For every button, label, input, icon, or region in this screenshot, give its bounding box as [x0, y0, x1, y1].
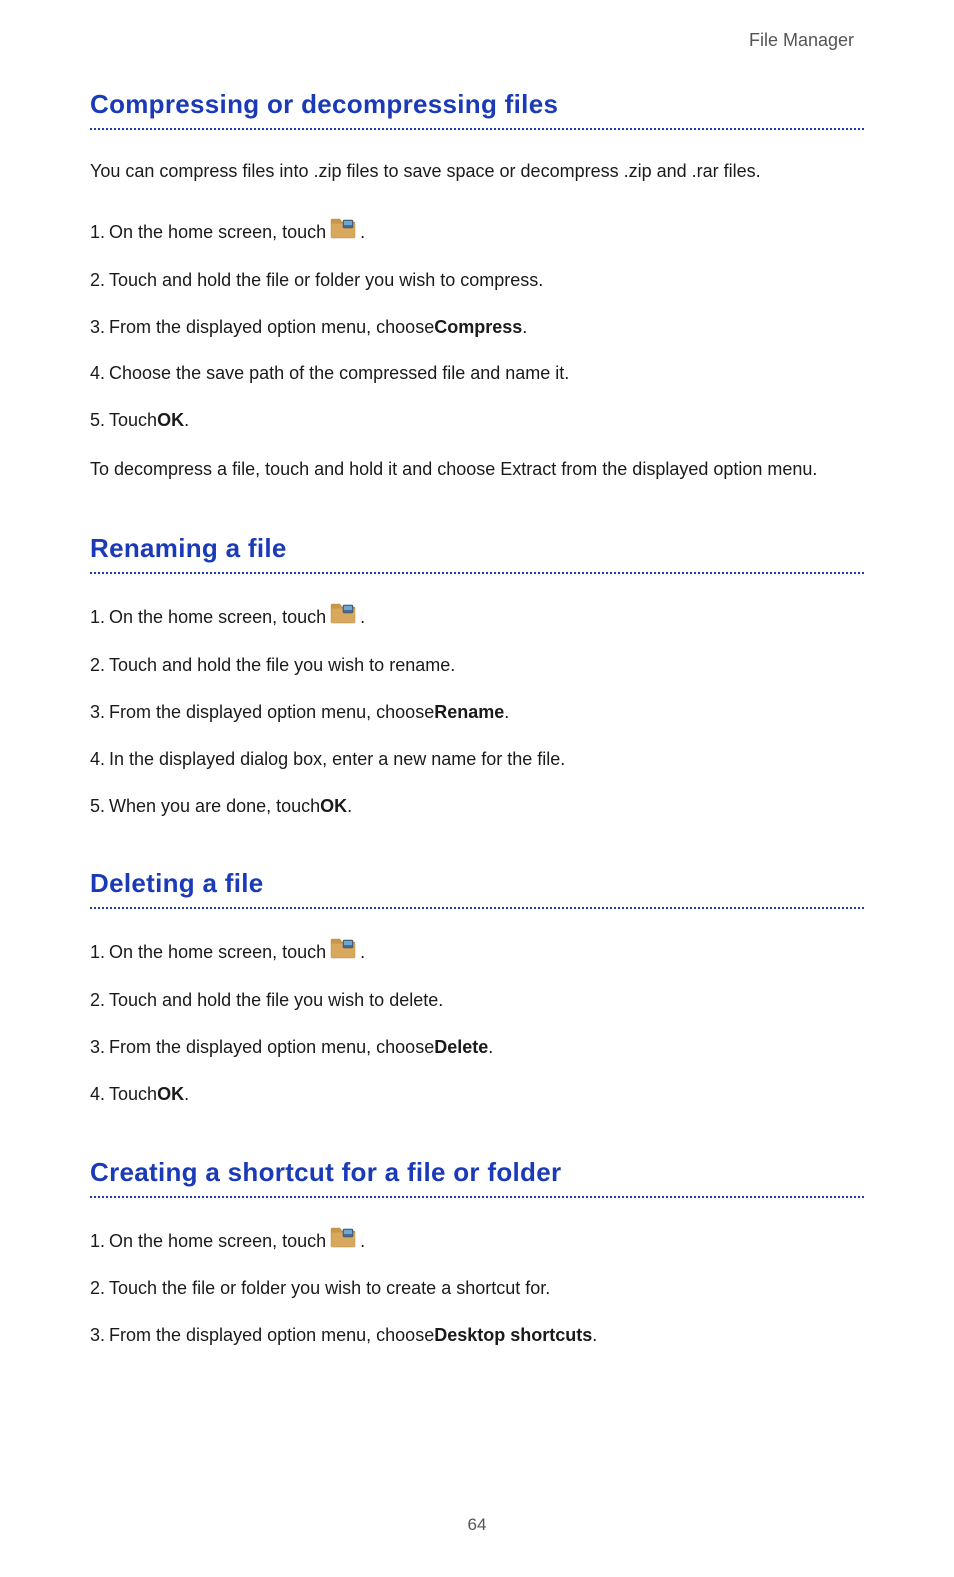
step-number: 4. [90, 1080, 105, 1109]
step-text-post: . [360, 938, 365, 967]
step: 5. When you are done, touch OK . [90, 792, 864, 821]
step-bold: Compress [434, 313, 522, 342]
step: 1. On the home screen, touch . [90, 937, 864, 968]
step-text: On the home screen, touch [109, 603, 326, 632]
intro-text: You can compress files into .zip files t… [90, 158, 864, 185]
folder-icon [330, 217, 356, 248]
step-text: Touch the file or folder you wish to cre… [109, 1274, 550, 1303]
section-compressing: Compressing or decompressing files You c… [90, 89, 864, 485]
step-number: 3. [90, 1033, 105, 1062]
step-number: 3. [90, 313, 105, 342]
step-number: 3. [90, 1321, 105, 1350]
step-text-post: . [592, 1321, 597, 1350]
step-text: When you are done, touch [109, 792, 320, 821]
step-text-post: . [488, 1033, 493, 1062]
step-text: From the displayed option menu, choose [109, 1033, 434, 1062]
step-text-post: . [504, 698, 509, 727]
step-text: Choose the save path of the compressed f… [109, 359, 569, 388]
step-text-post: . [184, 1080, 189, 1109]
step-number: 3. [90, 698, 105, 727]
step: 3. From the displayed option menu, choos… [90, 1033, 864, 1062]
section-title: Creating a shortcut for a file or folder [90, 1157, 864, 1188]
step-number: 2. [90, 651, 105, 680]
step: 2. Touch and hold the file or folder you… [90, 266, 864, 295]
step: 1. On the home screen, touch . [90, 1226, 864, 1257]
section-renaming: Renaming a file 1. On the home screen, t… [90, 533, 864, 820]
step-number: 2. [90, 986, 105, 1015]
note-post: from the displayed option menu. [556, 459, 817, 479]
step-number: 5. [90, 792, 105, 821]
folder-icon [330, 602, 356, 633]
step-bold: Rename [434, 698, 504, 727]
step-text-post: . [522, 313, 527, 342]
step-number: 1. [90, 218, 105, 247]
step-number: 2. [90, 1274, 105, 1303]
step: 2. Touch and hold the file you wish to r… [90, 651, 864, 680]
step-text: Touch and hold the file you wish to dele… [109, 986, 443, 1015]
step: 3. From the displayed option menu, choos… [90, 313, 864, 342]
divider [90, 572, 864, 574]
step-text: From the displayed option menu, choose [109, 698, 434, 727]
step: 1. On the home screen, touch . [90, 602, 864, 633]
step-text: In the displayed dialog box, enter a new… [109, 745, 565, 774]
folder-icon [330, 937, 356, 968]
section-title: Renaming a file [90, 533, 864, 564]
step-text: Touch [109, 1080, 157, 1109]
folder-icon [330, 1226, 356, 1257]
divider [90, 907, 864, 909]
divider [90, 1196, 864, 1198]
step-number: 2. [90, 266, 105, 295]
step-text: Touch and hold the file or folder you wi… [109, 266, 543, 295]
divider [90, 128, 864, 130]
step-number: 4. [90, 359, 105, 388]
step-bold: Desktop shortcuts [434, 1321, 592, 1350]
step: 3. From the displayed option menu, choos… [90, 698, 864, 727]
step-number: 5. [90, 406, 105, 435]
step-bold: Delete [434, 1033, 488, 1062]
step: 2. Touch and hold the file you wish to d… [90, 986, 864, 1015]
step-text: Touch and hold the file you wish to rena… [109, 651, 455, 680]
step-number: 1. [90, 603, 105, 632]
step: 3. From the displayed option menu, choos… [90, 1321, 864, 1350]
note-pre: To decompress a file, touch and hold it … [90, 459, 500, 479]
step-text-post: . [360, 218, 365, 247]
step: 2. Touch the file or folder you wish to … [90, 1274, 864, 1303]
step-bold: OK [320, 792, 347, 821]
step-number: 1. [90, 938, 105, 967]
step-bold: OK [157, 406, 184, 435]
step: 1. On the home screen, touch . [90, 217, 864, 248]
step-text: On the home screen, touch [109, 218, 326, 247]
section-title: Deleting a file [90, 868, 864, 899]
step: 4. In the displayed dialog box, enter a … [90, 745, 864, 774]
step: 5. Touch OK . [90, 406, 864, 435]
step-text: On the home screen, touch [109, 1227, 326, 1256]
step-number: 1. [90, 1227, 105, 1256]
page-header: File Manager [90, 30, 864, 51]
step-number: 4. [90, 745, 105, 774]
note-bold: Extract [500, 459, 556, 479]
step-text-post: . [360, 603, 365, 632]
note-text: To decompress a file, touch and hold it … [90, 453, 864, 485]
step-text: From the displayed option menu, choose [109, 313, 434, 342]
step-text-post: . [184, 406, 189, 435]
section-title: Compressing or decompressing files [90, 89, 864, 120]
step: 4. Touch OK . [90, 1080, 864, 1109]
step: 4. Choose the save path of the compresse… [90, 359, 864, 388]
step-bold: OK [157, 1080, 184, 1109]
step-text: On the home screen, touch [109, 938, 326, 967]
step-text-post: . [347, 792, 352, 821]
step-text: From the displayed option menu, choose [109, 1321, 434, 1350]
step-text-post: . [360, 1227, 365, 1256]
section-deleting: Deleting a file 1. On the home screen, t… [90, 868, 864, 1108]
page-number: 64 [0, 1515, 954, 1535]
section-shortcut: Creating a shortcut for a file or folder… [90, 1157, 864, 1350]
step-text: Touch [109, 406, 157, 435]
